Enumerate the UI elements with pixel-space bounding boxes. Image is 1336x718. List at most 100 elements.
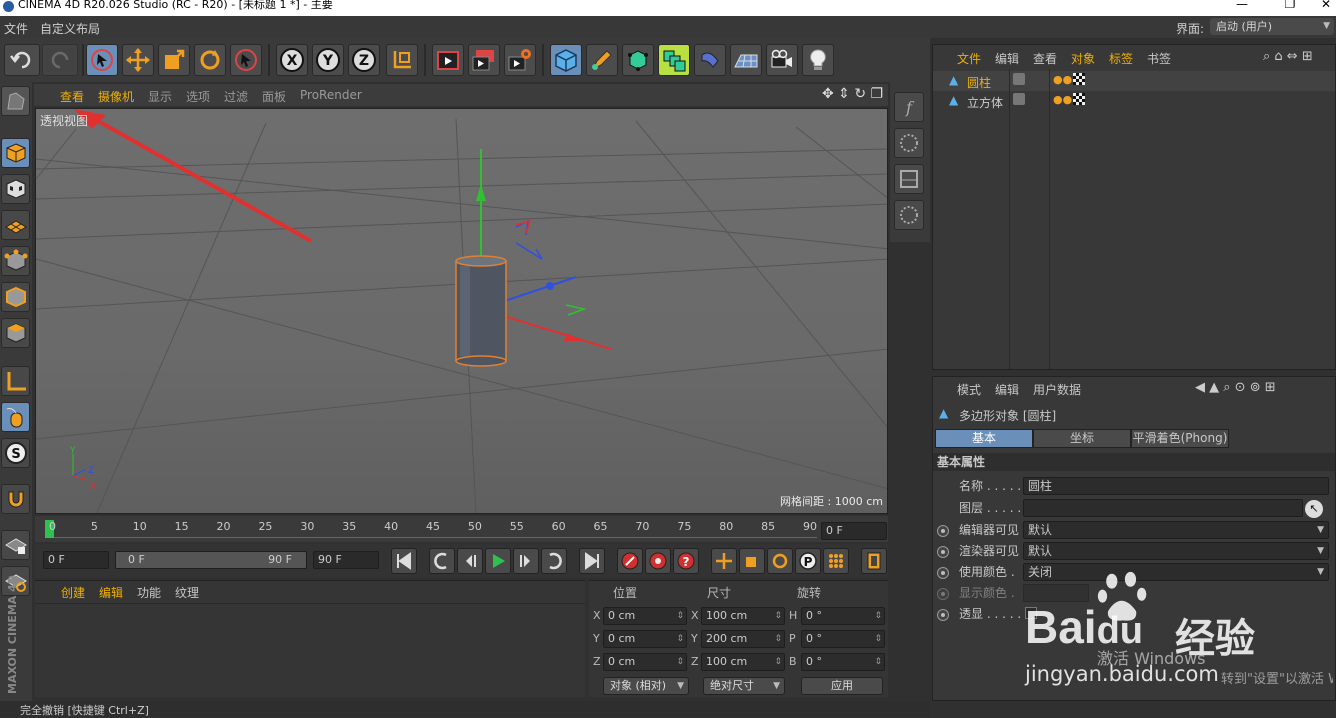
display-color-radio[interactable] <box>937 588 949 600</box>
edge-mode-button[interactable] <box>1 282 30 312</box>
layer-field[interactable] <box>1023 499 1303 517</box>
range-slider[interactable]: 0 F 90 F <box>115 551 307 569</box>
size-field[interactable]: 100 cm ⇕ <box>701 653 785 671</box>
tweak-mode-button[interactable] <box>1 402 30 432</box>
workplane-mode-button[interactable] <box>1 210 30 240</box>
point-mode-button[interactable] <box>1 246 30 276</box>
key-parameter-button[interactable]: P <box>795 548 821 574</box>
viewport-menu-display[interactable]: 显示 <box>148 88 172 105</box>
render-visible-select[interactable]: 默认 <box>1023 542 1329 560</box>
layout-button[interactable] <box>894 164 924 194</box>
rotation-field[interactable]: 0 ° ⇕ <box>801 607 885 625</box>
current-frame-field[interactable]: 0 F <box>821 522 887 540</box>
next-key-button[interactable] <box>541 548 567 574</box>
viewport-menu-filter[interactable]: 过滤 <box>224 88 248 105</box>
make-editable-button[interactable] <box>1 86 30 116</box>
attr-nav-icons[interactable]: ◀ ▲ ⌕ ⊙ ⊚ ⊞ <box>1195 380 1276 395</box>
render-view-button[interactable] <box>432 44 464 76</box>
position-field[interactable]: 0 cm ⇕ <box>603 607 687 625</box>
material-tag-icon-2[interactable]: ●● <box>1053 93 1072 106</box>
material-tag-icon[interactable]: ●● <box>1053 73 1072 86</box>
rotation-field[interactable]: 0 ° ⇕ <box>801 630 885 648</box>
key-scale-button[interactable] <box>739 548 765 574</box>
editor-visible-select[interactable]: 默认 <box>1023 521 1329 539</box>
z-axis-lock-button[interactable]: Z <box>348 44 380 76</box>
keyframe-selection-button[interactable]: ? <box>673 548 699 574</box>
display-color-swatch[interactable] <box>1023 584 1089 602</box>
xray-radio[interactable] <box>937 609 949 621</box>
scale-tool-button[interactable] <box>158 44 190 76</box>
object-menu-edit[interactable]: 编辑 <box>995 50 1019 67</box>
object-menu-view[interactable]: 查看 <box>1033 50 1057 67</box>
object-row-cube[interactable]: ▲ 立方体 ●● <box>933 91 1335 111</box>
tab-coordinates[interactable]: 坐标 <box>1033 429 1131 448</box>
select-tool-button[interactable] <box>230 44 262 76</box>
light-object-button[interactable] <box>802 44 834 76</box>
record-key-button[interactable] <box>617 548 643 574</box>
texture-tag-icon-2[interactable] <box>1073 93 1085 105</box>
rotation-field[interactable]: 0 ° ⇕ <box>801 653 885 671</box>
x-axis-lock-button[interactable]: X <box>276 44 308 76</box>
viewport-menu-view[interactable]: 查看 <box>60 88 84 105</box>
object-row-cylinder[interactable]: ▲ 圆柱 ●● <box>933 71 1335 91</box>
viewport-menu-prorender[interactable]: ProRender <box>300 88 362 102</box>
tab-phong[interactable]: 平滑着色(Phong) <box>1131 429 1229 448</box>
start-frame-field[interactable]: 0 F <box>43 551 109 569</box>
script-button[interactable]: f <box>894 92 924 122</box>
attr-menu-edit[interactable]: 编辑 <box>995 381 1019 398</box>
stepper-arrows-icon[interactable]: ⇕ <box>774 654 782 670</box>
timeline-window-button[interactable] <box>861 548 887 574</box>
auto-key-button[interactable] <box>645 548 671 574</box>
visibility-toggle-icon[interactable] <box>1013 73 1025 85</box>
minimize-button[interactable]: — <box>1232 0 1252 11</box>
object-menu-bookmarks[interactable]: 书签 <box>1147 50 1171 67</box>
size-field[interactable]: 200 cm ⇕ <box>701 630 785 648</box>
pen-tool-button[interactable] <box>586 44 618 76</box>
material-menu-function[interactable]: 功能 <box>137 584 161 601</box>
viewport-menu-panel[interactable]: 面板 <box>262 88 286 105</box>
position-field[interactable]: 0 cm ⇕ <box>603 630 687 648</box>
stepper-arrows-icon[interactable]: ⇕ <box>676 654 684 670</box>
material-menu-texture[interactable]: 纹理 <box>175 584 199 601</box>
object-menu-file[interactable]: 文件 <box>957 50 981 67</box>
attr-menu-mode[interactable]: 模式 <box>957 381 981 398</box>
name-input[interactable]: 圆柱 <box>1023 477 1329 495</box>
tab-basic[interactable]: 基本 <box>935 429 1033 448</box>
end-frame-field[interactable]: 90 F <box>313 551 379 569</box>
position-field[interactable]: 0 cm ⇕ <box>603 653 687 671</box>
texture-tag-icon[interactable] <box>1073 73 1085 85</box>
prev-key-button[interactable] <box>429 548 455 574</box>
stepper-arrows-icon[interactable]: ⇕ <box>676 608 684 624</box>
attr-menu-user-data[interactable]: 用户数据 <box>1033 381 1081 398</box>
live-selection-button[interactable] <box>86 44 118 76</box>
deformer-button[interactable] <box>694 44 726 76</box>
material-menu-edit[interactable]: 编辑 <box>99 584 123 601</box>
material-area[interactable] <box>35 603 585 698</box>
model-mode-button[interactable] <box>1 138 30 168</box>
render-settings-button[interactable] <box>504 44 536 76</box>
stepper-arrows-icon[interactable]: ⇕ <box>676 631 684 647</box>
size-mode-select[interactable]: 绝对尺寸 <box>703 677 785 695</box>
magnet-button[interactable] <box>1 484 30 514</box>
snap-button[interactable]: S <box>1 438 30 468</box>
material-menu-create[interactable]: 创建 <box>61 584 85 601</box>
go-to-end-button[interactable] <box>579 548 605 574</box>
go-to-start-button[interactable] <box>391 548 417 574</box>
close-button[interactable]: ✕ <box>1316 0 1336 11</box>
menu-custom-layout[interactable]: 自定义布局 <box>40 20 100 37</box>
restore-button[interactable]: ❐ <box>1280 0 1300 11</box>
editor-visible-radio[interactable] <box>937 525 949 537</box>
apply-button[interactable]: 应用 <box>801 677 883 695</box>
layout-select[interactable]: 启动 (用户) <box>1210 18 1334 35</box>
stepper-arrows-icon[interactable]: ⇕ <box>874 654 882 670</box>
extra-dots-button[interactable] <box>894 200 924 230</box>
workplane-lock-button[interactable] <box>1 530 30 560</box>
viewport-menu-cameras[interactable]: 摄像机 <box>98 88 134 105</box>
move-tool-button[interactable] <box>122 44 154 76</box>
use-color-radio[interactable] <box>937 567 949 579</box>
timeline[interactable]: 0 5 10 15 20 25 30 35 40 45 50 55 60 65 70 75 80 85 90 0 F <box>35 516 888 542</box>
layer-picker-icon[interactable]: ↖ <box>1305 500 1323 518</box>
coordinate-system-button[interactable] <box>386 44 418 76</box>
size-field[interactable]: 100 cm ⇕ <box>701 607 785 625</box>
viewport-menu-options[interactable]: 选项 <box>186 88 210 105</box>
